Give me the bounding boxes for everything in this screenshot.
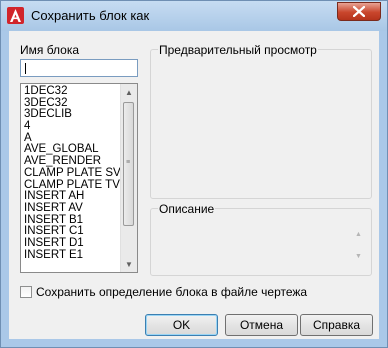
title-bar[interactable]: Сохранить блок как	[1, 1, 387, 31]
close-x-icon	[353, 6, 365, 17]
block-list-item[interactable]: INSERT C1	[24, 225, 120, 237]
block-list-item[interactable]: A	[24, 132, 120, 144]
description-scroll-down-icon: ▼	[355, 253, 362, 260]
window-title: Сохранить блок как	[31, 8, 150, 23]
block-list-item[interactable]: AVE_RENDER	[24, 155, 120, 167]
block-list-item[interactable]: 3DECLIB	[24, 108, 120, 121]
description-label: Описание	[158, 202, 216, 216]
block-list-scrollbar[interactable]: ▲ ≡ ▼	[120, 84, 137, 272]
block-name-input[interactable]	[20, 59, 138, 77]
block-list-item[interactable]: 4	[24, 120, 120, 132]
chevron-up-icon: ▲	[125, 87, 133, 97]
preview-group: Предварительный просмотр	[150, 43, 372, 199]
scroll-thumb[interactable]: ≡	[123, 102, 134, 226]
block-list-item[interactable]: CLAMP PLATE TV	[24, 179, 120, 191]
save-definition-checkbox[interactable]	[20, 286, 32, 298]
cancel-button[interactable]: Отмена	[225, 314, 298, 336]
description-group: Описание ▲ ▼	[150, 202, 372, 276]
block-list-item[interactable]: 3DEC32	[24, 97, 120, 109]
block-list[interactable]: 1DEC32 3DEC32 3DECLIB 4 A AVE_GLOBAL AVE_RENDE…	[20, 83, 138, 273]
description-field[interactable]: ▲ ▼	[153, 217, 369, 272]
help-button[interactable]: Справка	[300, 314, 373, 336]
block-list-item[interactable]: INSERT AH	[24, 190, 120, 202]
ok-button[interactable]: OK	[145, 314, 218, 336]
block-list-items: 1DEC32 3DEC32 3DECLIB 4 A AVE_GLOBAL AVE_RENDE…	[24, 85, 121, 261]
block-name-label: Имя блока	[20, 43, 80, 57]
scroll-down-button[interactable]: ▼	[121, 256, 137, 272]
save-block-dialog: Сохранить блок как Имя блока 1DEC32 3DEC3…	[0, 0, 388, 348]
block-list-item[interactable]: 1DEC32	[24, 85, 120, 97]
autocad-a-icon	[7, 7, 24, 24]
grip-icon: ≡	[126, 159, 131, 166]
block-list-item[interactable]: AVE_GLOBAL	[24, 143, 120, 156]
preview-label: Предварительный просмотр	[158, 43, 318, 57]
save-definition-label[interactable]: Сохранить определение блока в файле черт…	[36, 285, 307, 299]
block-list-item[interactable]: INSERT B1	[24, 214, 120, 226]
block-list-item[interactable]: INSERT E1	[24, 249, 120, 261]
block-list-item[interactable]: INSERT AV	[24, 202, 120, 214]
text-caret	[25, 63, 26, 74]
scroll-up-button[interactable]: ▲	[121, 84, 137, 100]
chevron-down-icon: ▼	[125, 259, 133, 269]
block-list-item[interactable]: INSERT D1	[24, 237, 120, 249]
description-scroll-up-icon: ▲	[355, 231, 362, 238]
close-button[interactable]	[337, 2, 381, 21]
dialog-content: Имя блока 1DEC32 3DEC32 3DECLIB 4 A AVE_GLOBA…	[9, 31, 379, 339]
block-list-item[interactable]: CLAMP PLATE SV	[24, 167, 121, 179]
